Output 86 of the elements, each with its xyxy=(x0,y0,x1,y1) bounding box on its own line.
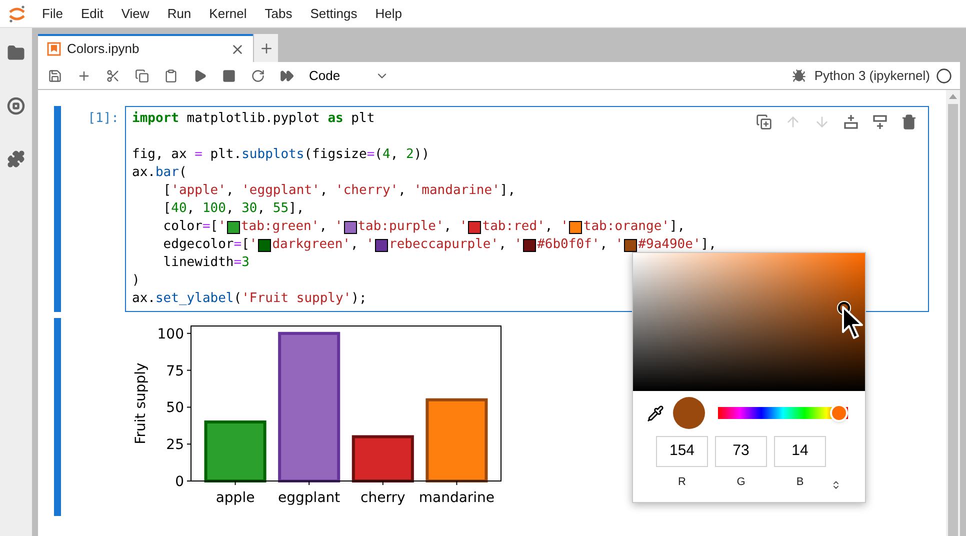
hue-thumb[interactable] xyxy=(830,404,848,422)
channel-input[interactable]: 73 xyxy=(715,436,767,467)
code-text: edgecolor=[' xyxy=(162,236,258,254)
x-tick-label: mandarine xyxy=(418,490,495,506)
code-text: #9a490e'], xyxy=(638,236,716,254)
code-text: ax.set_ylabel('Fruit supply'); xyxy=(132,290,367,308)
code-text: [40, 100, 30, 55], xyxy=(162,200,304,218)
code-text: ax.bar( xyxy=(132,164,187,182)
stop-circle-icon[interactable] xyxy=(7,97,25,115)
hue-slider[interactable] xyxy=(718,407,848,419)
menu-item[interactable]: Run xyxy=(160,4,198,24)
fast-forward-icon[interactable] xyxy=(280,68,294,82)
code-text: ) xyxy=(132,272,140,290)
channel-input[interactable]: 14 xyxy=(774,436,826,467)
code-text: color=[' xyxy=(162,218,226,236)
restart-icon[interactable] xyxy=(251,68,265,82)
y-tick-label: 25 xyxy=(166,437,184,454)
menu-item[interactable]: Help xyxy=(368,4,409,24)
plus-icon xyxy=(258,40,274,56)
code-text: fig, ax = plt.subplots(figsize=(4, 2)) xyxy=(132,146,430,164)
code-text: linewidth=3 xyxy=(162,254,250,272)
clipboard-icon[interactable] xyxy=(164,68,178,82)
color-swatch-icon[interactable] xyxy=(375,238,388,252)
cell-prompt: [1]: xyxy=(86,110,120,128)
insert-above-icon[interactable] xyxy=(843,114,859,130)
delete-icon[interactable] xyxy=(901,114,917,130)
channel-label: B xyxy=(796,475,804,490)
code-text: tab:purple', ' xyxy=(358,218,468,236)
duplicate-icon[interactable] xyxy=(756,114,772,130)
color-swatch-icon[interactable] xyxy=(258,238,272,252)
save-icon[interactable] xyxy=(48,68,62,82)
bug-icon[interactable] xyxy=(792,68,806,82)
scissors-icon[interactable] xyxy=(106,68,120,82)
menu-item[interactable]: Tabs xyxy=(258,4,300,24)
play-icon[interactable] xyxy=(193,68,207,82)
new-tab-button[interactable] xyxy=(253,34,278,62)
stop-icon[interactable] xyxy=(222,68,236,82)
code-text: tab:orange'], xyxy=(583,218,686,236)
x-tick-label: cherry xyxy=(360,490,406,506)
menu-item[interactable]: View xyxy=(114,4,156,24)
menu-item[interactable]: Settings xyxy=(303,4,364,24)
color-swatch-icon[interactable] xyxy=(523,238,536,252)
plus-icon[interactable] xyxy=(77,68,91,82)
y-tick-label: 50 xyxy=(166,400,184,416)
color-swatch-icon[interactable] xyxy=(226,220,240,234)
kernel-name[interactable]: Python 3 (ipykernel) xyxy=(814,66,930,86)
tab-label: Colors.ipynb xyxy=(67,40,140,58)
y-tick-label: 100 xyxy=(157,326,184,342)
puzzle-icon[interactable] xyxy=(7,150,25,168)
channel-input[interactable]: 154 xyxy=(656,436,708,467)
saturation-area[interactable] xyxy=(633,253,865,391)
insert-below-icon[interactable] xyxy=(872,114,888,130)
color-preview xyxy=(673,397,705,429)
code-editor[interactable] xyxy=(125,106,929,312)
cell-type-dropdown[interactable]: Code xyxy=(309,66,389,86)
color-swatch-icon[interactable] xyxy=(344,220,357,234)
menu-item[interactable]: Edit xyxy=(74,4,110,24)
copy-icon[interactable] xyxy=(135,68,149,82)
y-tick-label: 0 xyxy=(175,474,184,490)
y-axis-label: Fruit supply xyxy=(133,362,149,444)
scrollbar[interactable] xyxy=(946,90,960,536)
x-tick-label: apple xyxy=(216,490,255,506)
color-swatch-icon[interactable] xyxy=(569,220,582,234)
code-text: tab:red', ' xyxy=(482,218,568,236)
app-logo-icon xyxy=(8,4,26,22)
folder-icon[interactable] xyxy=(7,44,25,62)
y-tick-label: 75 xyxy=(166,363,184,380)
x-tick-label: eggplant xyxy=(278,490,340,506)
code-text: darkgreen', ' xyxy=(272,236,374,254)
scrollbar-thumb[interactable] xyxy=(948,104,958,536)
code-text: import matplotlib.pyplot as plt xyxy=(132,110,375,128)
code-text: rebeccapurple', ' xyxy=(389,236,522,254)
code-text: #6b0f0f', ' xyxy=(537,236,624,254)
notebook-icon xyxy=(47,42,61,56)
eyedropper-icon[interactable] xyxy=(647,404,664,422)
channel-label: R xyxy=(678,475,686,490)
menu-item[interactable]: Kernel xyxy=(202,4,254,24)
color-swatch-icon[interactable] xyxy=(468,220,482,234)
code-text: tab:green', ' xyxy=(240,218,343,236)
color-swatch-icon[interactable] xyxy=(624,238,638,252)
notebook-tab[interactable]: Colors.ipynb xyxy=(38,34,253,62)
cursor-icon xyxy=(842,306,866,340)
code-text: ['apple', 'eggplant', 'cherry', 'mandarine'], xyxy=(162,182,516,200)
menu-item[interactable]: File xyxy=(35,4,70,24)
format-toggle-icon[interactable] xyxy=(831,480,841,490)
channel-label: G xyxy=(736,475,746,490)
